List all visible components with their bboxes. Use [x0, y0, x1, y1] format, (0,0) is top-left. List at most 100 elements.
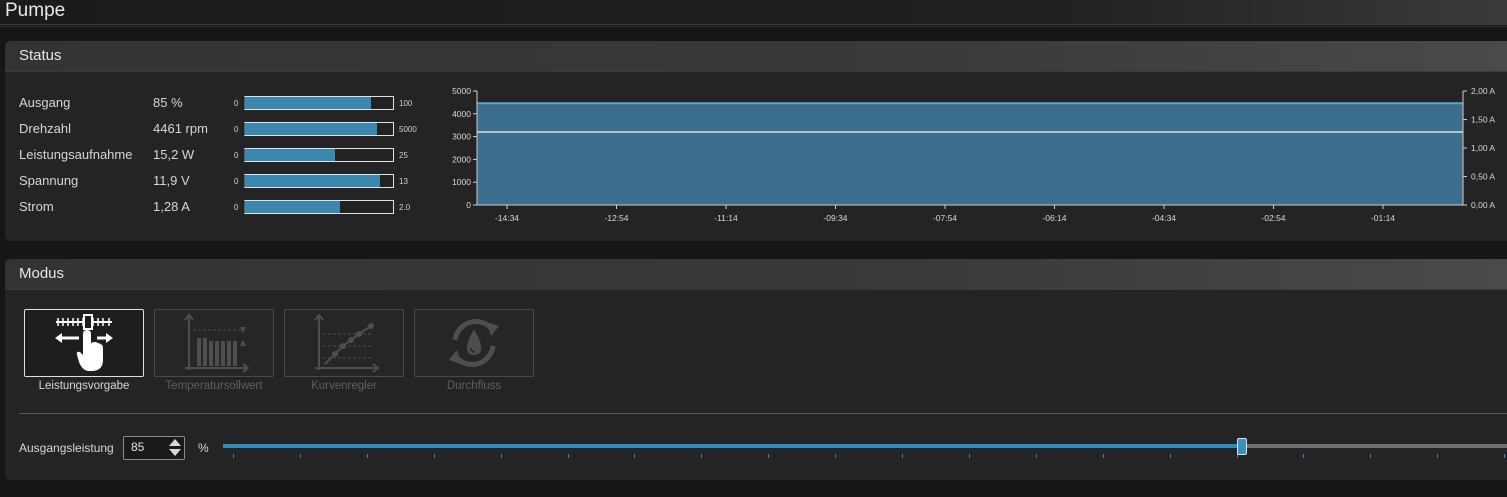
- slider-tick: [366, 454, 368, 458]
- status-bar-fill: [245, 97, 371, 109]
- bar-max-label: 13: [399, 177, 408, 186]
- slider-tick: [701, 454, 703, 458]
- y-right-tick-label: 0,50 A: [1471, 172, 1495, 182]
- y-left-tick-label: 4000: [452, 109, 471, 119]
- bar-max-label: 5000: [399, 125, 417, 134]
- status-bar: [244, 174, 394, 188]
- status-value: 1,28 A: [153, 199, 190, 214]
- y-left-tick-label: 0: [466, 200, 471, 210]
- bar-min-label: 0: [234, 125, 239, 134]
- status-panel: Status Ausgang 85 % 0 100 Drehzahl 4461 …: [5, 41, 1507, 241]
- x-tick-label: -12:54: [604, 213, 628, 223]
- x-tick-label: -02:54: [1261, 213, 1285, 223]
- slider-tick: [1169, 454, 1171, 458]
- x-tick-label: -14:34: [495, 213, 519, 223]
- modus-panel-header: Modus: [5, 259, 1507, 290]
- status-label: Drehzahl: [19, 121, 72, 136]
- status-bar-fill: [245, 201, 340, 213]
- slider-tick: [1370, 454, 1372, 458]
- slider-tick: [1102, 454, 1104, 458]
- slider-tick: [768, 454, 770, 458]
- status-bar-fill: [245, 175, 381, 187]
- temperature-chart-icon: [184, 313, 250, 373]
- y-left-tick-label: 5000: [452, 86, 471, 96]
- x-tick-label: -07:54: [933, 213, 957, 223]
- bar-min-label: 0: [234, 99, 239, 108]
- slider-tick: [500, 454, 502, 458]
- x-tick-label: -09:34: [823, 213, 847, 223]
- slider-ticks: [223, 454, 1507, 459]
- unit-label: %: [198, 441, 209, 455]
- modus-panel-title: Modus: [19, 265, 65, 282]
- mode-button-temperatursollwert[interactable]: [154, 309, 274, 377]
- bar-max-label: 100: [399, 99, 413, 108]
- slider-tick: [299, 454, 301, 458]
- output-power-label: Ausgangsleistung: [19, 441, 114, 455]
- status-bar: [244, 148, 394, 162]
- slider-tick: [968, 454, 970, 458]
- mode-button-kurvenregler[interactable]: [284, 309, 404, 377]
- status-bar: [244, 122, 394, 136]
- status-value: 15,2 W: [153, 147, 195, 162]
- slider-tick: [433, 454, 435, 458]
- y-right-tick-label: 2,00 A: [1471, 86, 1495, 96]
- status-bar: [244, 96, 394, 110]
- history-chart: 5000 4000 3000 2000 1000 0 2,00 A 1,50 A 1,00 A 0…: [452, 86, 1495, 223]
- status-label: Leistungsaufnahme: [19, 147, 133, 162]
- slider-tick: [835, 454, 837, 458]
- flow-drop-icon: [449, 319, 499, 367]
- slider-track-fill: [223, 444, 1241, 448]
- status-value: 85 %: [153, 95, 183, 110]
- bar-min-label: 0: [234, 177, 239, 186]
- y-right-tick-label: 0,00 A: [1471, 200, 1495, 210]
- page-title: Pumpe: [5, 0, 66, 21]
- y-left-tick-label: 2000: [452, 154, 471, 164]
- status-value: 11,9 V: [153, 173, 190, 188]
- output-power-value[interactable]: 85: [131, 440, 144, 454]
- slider-tick: [634, 454, 636, 458]
- status-bar: [244, 200, 394, 214]
- y-right-tick-label: 1,50 A: [1471, 115, 1495, 125]
- rpm-area: [477, 103, 1463, 205]
- divider: [19, 413, 1507, 414]
- y-left-tick-label: 3000: [452, 132, 471, 142]
- output-power-slider[interactable]: [223, 437, 1507, 461]
- mode-button-leistungsvorgabe[interactable]: [24, 309, 144, 377]
- x-tick-label: -01:14: [1371, 213, 1395, 223]
- slider-tick: [1437, 454, 1439, 458]
- slider-hand-icon: [55, 314, 113, 371]
- slider-tick: [567, 454, 569, 458]
- title-bar: Pumpe: [0, 0, 1507, 27]
- status-panel-header: Status: [5, 41, 1507, 72]
- y-left-tick-label: 1000: [452, 177, 471, 187]
- status-value: 4461 rpm: [153, 121, 208, 136]
- slider-tick: [233, 454, 234, 458]
- slider-tick: [1303, 454, 1305, 458]
- mode-label: Leistungsvorgabe: [38, 380, 130, 392]
- status-bar-fill: [245, 123, 378, 135]
- status-label: Spannung: [19, 173, 79, 188]
- status-label: Ausgang: [19, 95, 71, 110]
- status-panel-title: Status: [19, 47, 62, 64]
- mode-label: Temperatursollwert: [165, 380, 263, 392]
- x-tick-label: -11:14: [714, 213, 738, 223]
- mode-label: Durchfluss: [446, 380, 502, 392]
- output-power-spinbox[interactable]: 85: [123, 436, 185, 460]
- slider-tick: [902, 454, 903, 458]
- bar-max-label: 2.0: [399, 203, 411, 212]
- bar-max-label: 25: [399, 151, 408, 160]
- status-bar-fill: [245, 149, 335, 161]
- spin-up-arrow-icon[interactable]: [169, 439, 181, 446]
- status-label: Strom: [19, 199, 54, 214]
- curve-chart-icon: [314, 313, 380, 373]
- slider-thumb[interactable]: [1236, 438, 1247, 455]
- slider-tick: [1504, 454, 1506, 458]
- spin-down-arrow-icon[interactable]: [169, 449, 181, 456]
- bar-min-label: 0: [234, 151, 239, 160]
- mode-button-durchfluss[interactable]: [414, 309, 534, 377]
- x-tick-label: -04:34: [1152, 213, 1176, 223]
- modus-panel: Modus Leistungsvorgabe Temperatursollwer…: [5, 259, 1507, 480]
- slider-tick: [1035, 454, 1037, 458]
- y-right-tick-label: 1,00 A: [1471, 143, 1495, 153]
- mode-label: Kurvenregler: [311, 380, 377, 392]
